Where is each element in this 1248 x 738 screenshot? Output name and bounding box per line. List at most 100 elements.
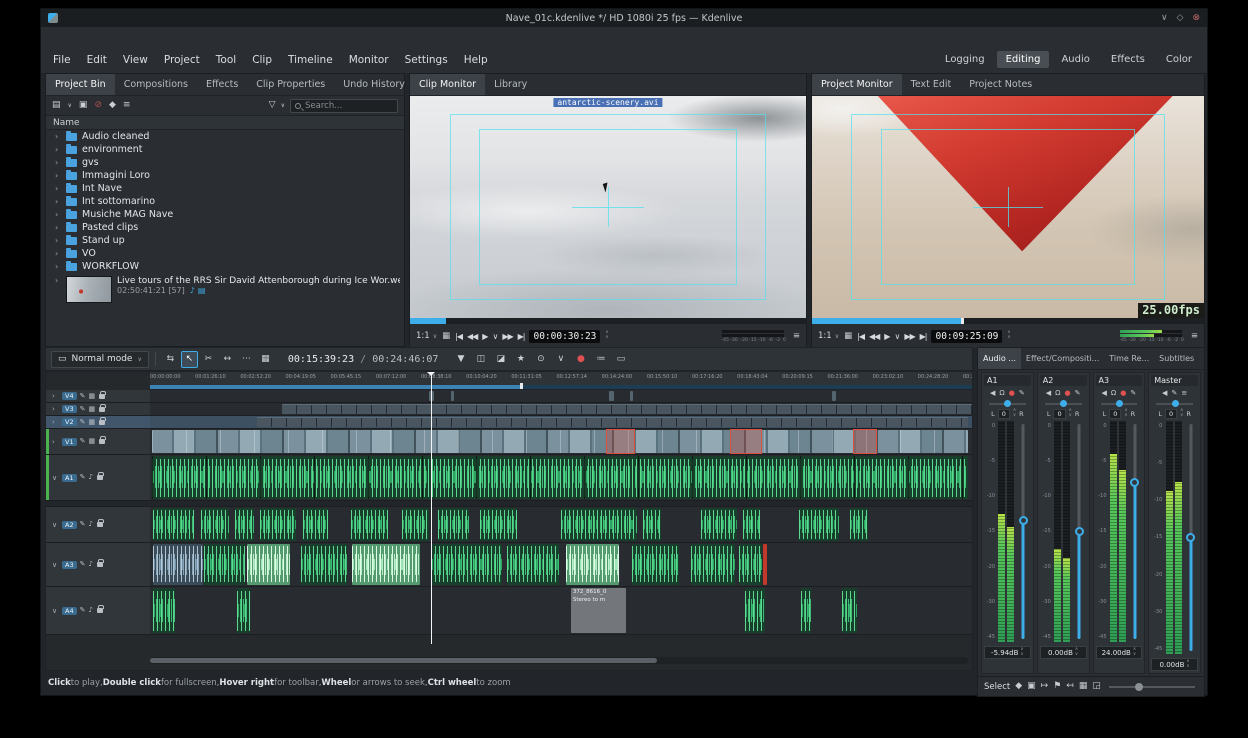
menu-help[interactable]: Help — [456, 52, 496, 68]
speaker-icon[interactable]: ♪ — [88, 474, 92, 481]
lock-icon[interactable] — [97, 475, 103, 480]
channel-effects-icon[interactable]: ✎ — [1171, 389, 1177, 397]
menu-tool[interactable]: Tool — [208, 52, 244, 68]
timeline-clip[interactable] — [153, 544, 202, 585]
pan-knob[interactable] — [989, 399, 1026, 408]
collapse-icon[interactable]: ∨ — [52, 474, 59, 482]
tab-compositions[interactable]: Compositions — [115, 74, 197, 95]
menu-project[interactable]: Project — [156, 52, 208, 68]
timeline-clip[interactable] — [561, 508, 637, 541]
fit-zoom-icon[interactable]: ◲ — [1092, 682, 1101, 691]
spinner-arrows[interactable]: ∧∨ — [1124, 409, 1127, 419]
timeline-clip[interactable] — [153, 508, 194, 541]
timeline-clip[interactable] — [153, 588, 174, 633]
expand-icon[interactable]: › — [52, 418, 59, 426]
tab-text-edit[interactable]: Text Edit — [902, 74, 961, 95]
expand-icon[interactable]: › — [55, 158, 61, 167]
timeline-clip[interactable] — [832, 391, 836, 401]
menu-clip[interactable]: Clip — [244, 52, 280, 68]
spinner-arrows[interactable]: ∧∨ — [1186, 660, 1189, 670]
lock-icon[interactable] — [99, 394, 105, 399]
monitor-timecode[interactable]: 00:00:30:23 — [529, 330, 600, 343]
expand-icon[interactable]: › — [55, 132, 61, 141]
track-effects-icon[interactable]: ✎ — [80, 393, 86, 400]
timeline-clip[interactable] — [630, 391, 633, 401]
forward-button[interactable]: ▶▶ — [502, 332, 512, 341]
timeline-clip[interactable] — [402, 508, 430, 541]
timeline-clip[interactable] — [204, 544, 245, 585]
monitor-overlay-icon[interactable]: ▦ — [442, 331, 450, 341]
menu-monitor[interactable]: Monitor — [341, 52, 397, 68]
selected-clip[interactable] — [853, 429, 878, 454]
bin-folder-immagini-loro[interactable]: ›Immagini Loro — [46, 169, 404, 182]
bin-folder-pasted-clips[interactable]: ›Pasted clips — [46, 221, 404, 234]
more-tools[interactable]: ⋯ — [238, 351, 255, 368]
monitor-zoom-select[interactable]: 1:1∨ — [818, 331, 839, 341]
project-monitor-video[interactable]: 25.00fps — [812, 96, 1204, 318]
timeline-clip[interactable] — [201, 508, 229, 541]
volume-value[interactable]: 0.00dB∧∨ — [1151, 658, 1198, 671]
track-effects-icon[interactable]: ✎ — [80, 406, 86, 413]
volume-slider[interactable] — [1017, 421, 1030, 642]
timeline-clip[interactable] — [351, 508, 387, 541]
expand-icon[interactable]: › — [55, 197, 61, 206]
balance-value[interactable]: 0 — [1053, 409, 1065, 419]
zone-out-icon[interactable]: ↤ — [1066, 682, 1074, 691]
spinner-arrows[interactable]: ∧∨ — [1180, 409, 1183, 419]
filter-arrow-icon[interactable]: ∨ — [281, 103, 285, 109]
timeline-clip[interactable] — [431, 544, 502, 585]
close-button[interactable]: ⊗ — [1192, 13, 1200, 23]
collapse-icon[interactable]: ∨ — [52, 521, 59, 529]
expand-icon[interactable]: › — [52, 392, 59, 400]
bin-menu-icon[interactable]: ≡ — [123, 101, 131, 110]
volume-slider[interactable] — [1128, 421, 1141, 642]
insert-zone-button[interactable]: ◫ — [472, 351, 489, 368]
balance-value[interactable]: 0 — [1109, 409, 1121, 419]
edit-mode-select[interactable]: ▭ Normal mode ∨ — [51, 351, 149, 368]
spacer-tool[interactable]: ↔ — [219, 351, 236, 368]
flag-icon[interactable]: ⚑ — [1053, 682, 1061, 691]
playhead[interactable] — [431, 372, 432, 644]
collapse-icon[interactable]: ∨ — [52, 607, 59, 615]
timeline-clip[interactable] — [260, 508, 296, 541]
track-header-a1[interactable]: ∨A1✎♪ — [46, 455, 150, 501]
lock-icon[interactable] — [99, 407, 105, 412]
expand-icon[interactable]: › — [55, 249, 61, 258]
select-button[interactable]: Select — [984, 682, 1010, 692]
volume-slider[interactable] — [1184, 421, 1197, 654]
play-button[interactable]: ▶ — [884, 332, 889, 341]
record-arm-icon[interactable]: ● — [1065, 389, 1071, 397]
timeline-clip[interactable] — [247, 544, 290, 585]
track-header-v2[interactable]: ›V2✎▦ — [46, 416, 150, 429]
track-header-v1[interactable]: ›V1✎▦ — [46, 429, 150, 455]
expand-icon[interactable]: › — [55, 184, 61, 193]
speaker-icon[interactable]: ♪ — [88, 607, 92, 614]
bin-folder-workflow[interactable]: ›WORKFLOW — [46, 260, 404, 273]
overwrite-zone-button[interactable]: ◪ — [492, 351, 509, 368]
monitor-timecode[interactable]: 00:09:25:09 — [931, 330, 1002, 343]
track-effects-icon[interactable]: ✎ — [80, 419, 86, 426]
track-effects-icon[interactable]: ✎ — [80, 474, 86, 481]
pan-knob[interactable] — [1156, 399, 1193, 408]
maximize-button[interactable]: ◇ — [1177, 13, 1184, 23]
monitor-icon[interactable]: Ω — [1111, 389, 1116, 397]
zoom-slider-handle[interactable] — [1135, 683, 1143, 691]
timeline-clip[interactable] — [842, 588, 857, 633]
monitor-icon[interactable]: Ω — [1055, 389, 1060, 397]
search-input[interactable]: Search... — [290, 99, 398, 113]
rewind-button[interactable]: ◀◀ — [869, 332, 879, 341]
tab-library[interactable]: Library — [485, 74, 536, 95]
composite-icon[interactable]: ▦ — [88, 438, 95, 445]
timeline-clip[interactable] — [303, 508, 328, 541]
selected-clip[interactable] — [730, 429, 763, 454]
menu-settings[interactable]: Settings — [397, 52, 456, 68]
timeline-clip[interactable] — [438, 508, 469, 541]
bin-clip-item[interactable]: › Live tours of the RRS Sir David Attenb… — [46, 273, 404, 307]
expand-icon[interactable]: › — [55, 276, 61, 285]
track-header-a4[interactable]: ∨A4✎♪ — [46, 587, 150, 635]
tags-icon[interactable]: ◆ — [109, 101, 116, 110]
show-mixer-button[interactable]: ≔ — [592, 351, 609, 368]
track-effects-icon[interactable]: ✎ — [80, 521, 86, 528]
timeline-clip[interactable] — [451, 391, 454, 401]
favorite-effects-button[interactable]: ★ — [512, 351, 529, 368]
